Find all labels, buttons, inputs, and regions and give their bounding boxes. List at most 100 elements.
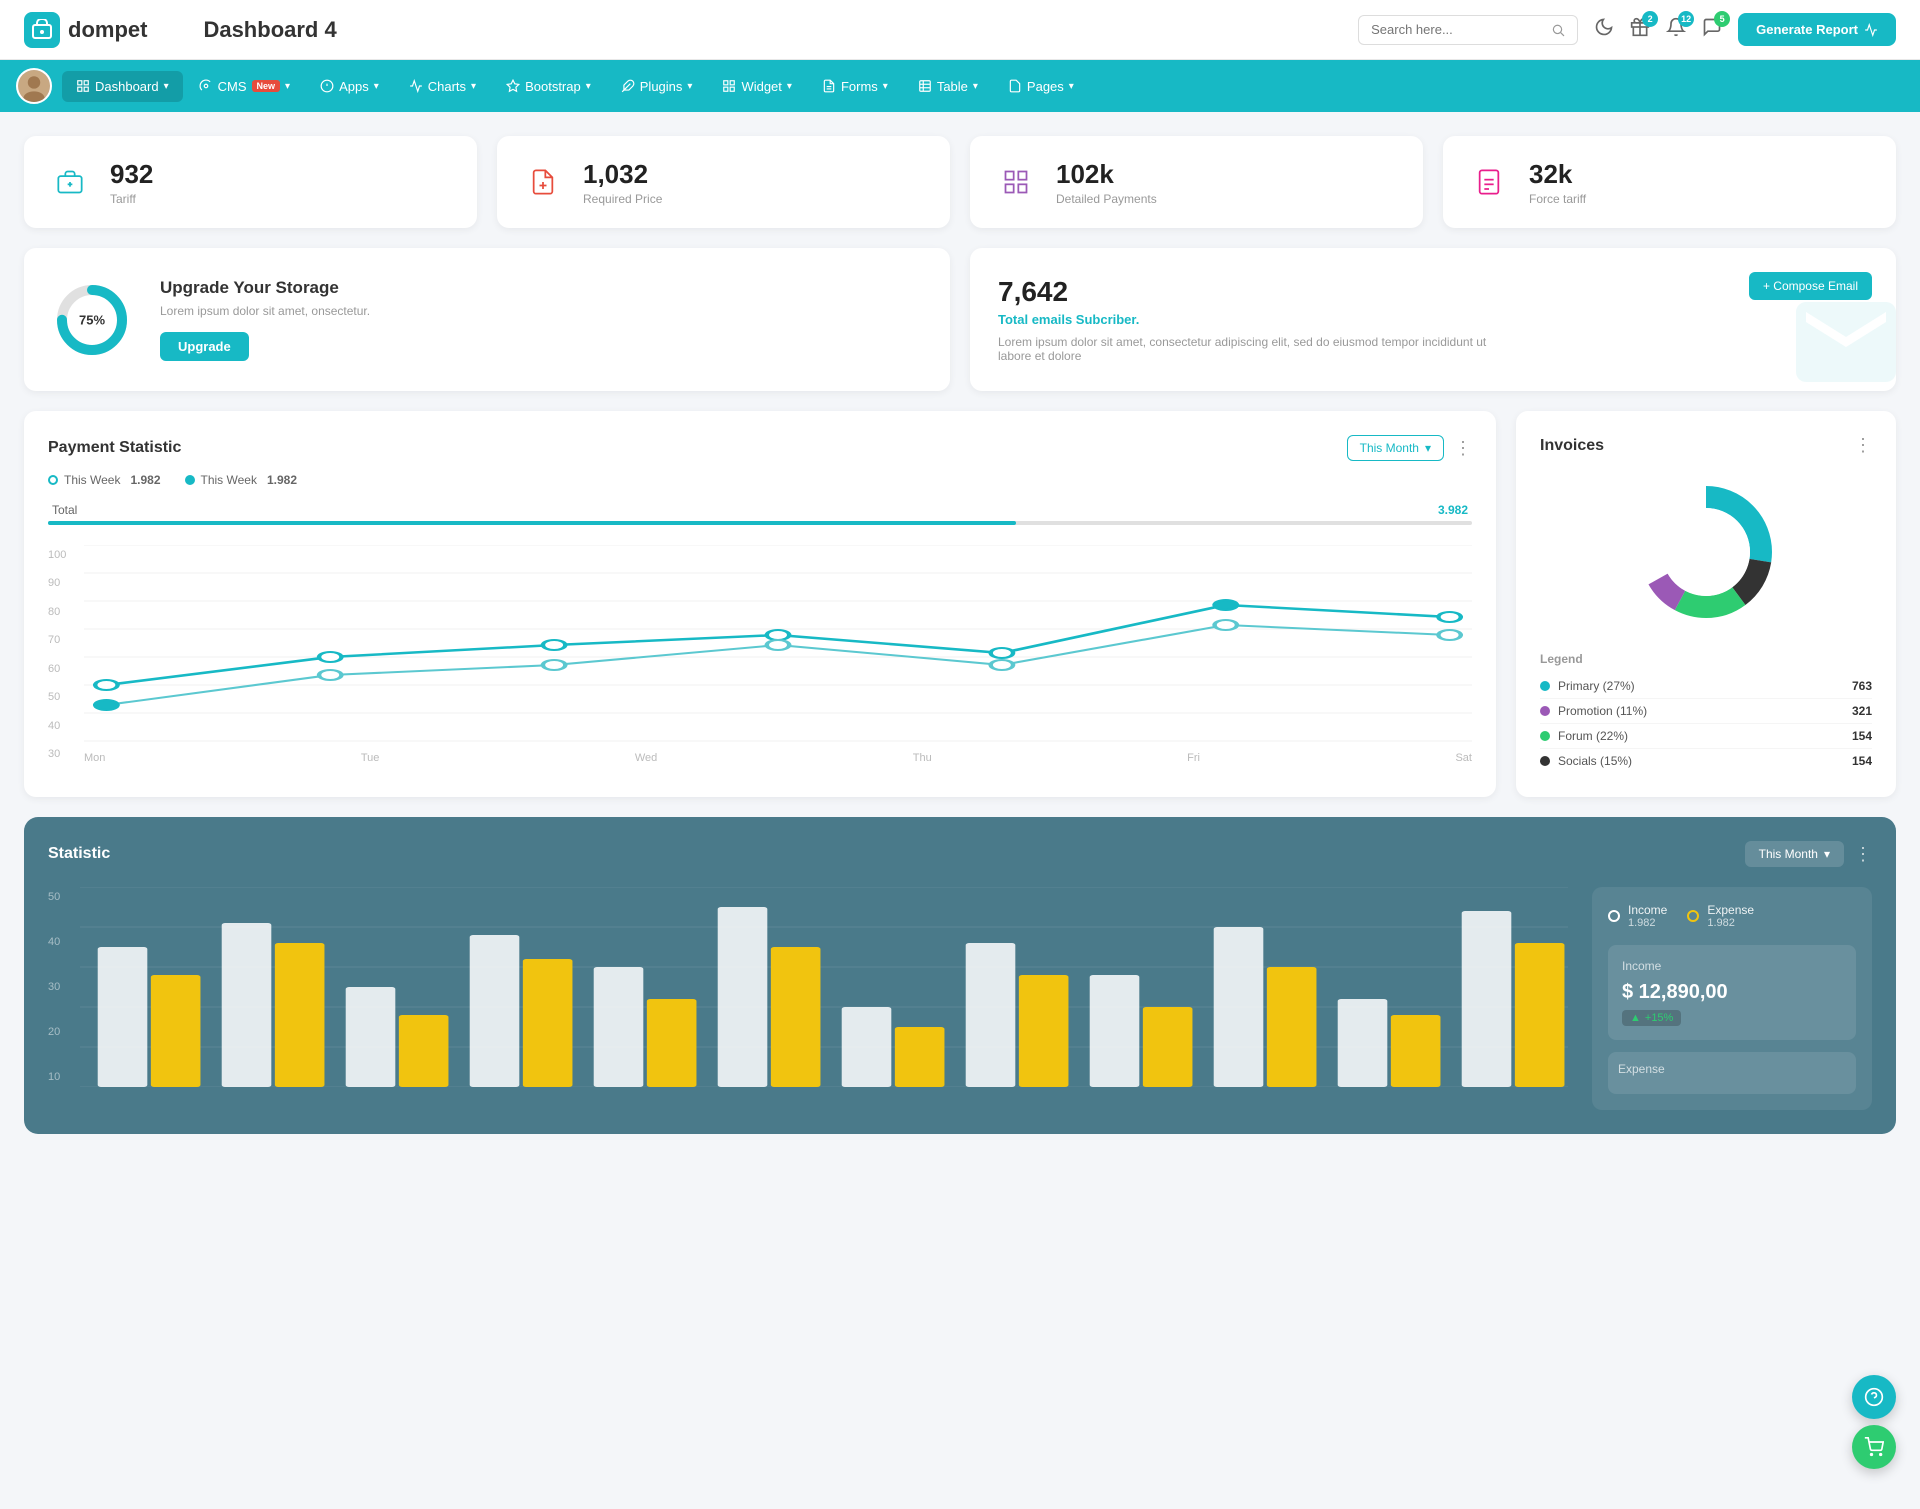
statistic-more-icon[interactable]: ⋮ [1854,844,1872,865]
stat-bar-area: 5040302010 [48,887,1872,1110]
legend-socials: Socials (15%) 154 [1540,749,1872,773]
statistic-controls: This Month ▾ ⋮ [1745,841,1872,867]
detailed-payments-value: 102k [1056,159,1157,190]
line-chart-area: MonTueWedThuFriSat [84,545,1472,764]
legend-dot-2 [185,475,195,485]
email-desc: Lorem ipsum dolor sit amet, consectetur … [998,335,1498,363]
stat-cards: 932 Tariff 1,032 Required Price 10 [24,136,1896,228]
email-subtitle: Total emails Subcriber. [998,312,1868,327]
storage-card: 75% Upgrade Your Storage Lorem ipsum dol… [24,248,950,391]
income-box: Income $ 12,890,00 ▲ +15% [1608,945,1856,1040]
page-title: Dashboard 4 [203,17,1342,43]
force-tariff-value: 32k [1529,159,1586,190]
nav-item-widget[interactable]: Widget ▾ [708,71,806,102]
this-month-button[interactable]: This Month ▾ [1347,435,1444,461]
upgrade-button[interactable]: Upgrade [160,332,249,361]
generate-report-button[interactable]: Generate Report [1738,13,1896,46]
statistic-title: Statistic [48,845,110,863]
moon-icon-btn[interactable] [1594,17,1614,43]
middle-row: 75% Upgrade Your Storage Lorem ipsum dol… [24,248,1896,391]
more-options-icon[interactable]: ⋮ [1454,438,1472,459]
payment-title: Payment Statistic [48,439,181,457]
nav-item-plugins[interactable]: Plugins ▾ [607,71,707,102]
nav-item-dashboard[interactable]: Dashboard ▾ [62,71,183,102]
email-count: 7,642 [998,276,1868,308]
stat-card-tariff: 932 Tariff [24,136,477,228]
search-icon [1551,22,1565,38]
legend-forum: Forum (22%) 154 [1540,724,1872,749]
y-axis-labels: 10090807060504030 [48,545,76,764]
storage-donut: 75% [52,280,132,360]
nav-item-apps[interactable]: Apps ▾ [306,71,393,102]
invoices-header: Invoices ⋮ [1540,435,1872,456]
bar-chart-inner: 5040302010 [48,887,1568,1090]
detailed-payments-icon [992,158,1040,206]
top-header: dompet Dashboard 4 2 12 [0,0,1920,60]
bar-chart-svg [80,887,1568,1087]
chat-icon-btn[interactable]: 5 [1702,17,1722,43]
force-tariff-label: Force tariff [1529,192,1586,206]
legend-dot-1 [48,475,58,485]
forum-color-dot [1540,731,1550,741]
payment-progress-fill [48,521,1016,525]
stat-card-force-tariff: 32k Force tariff [1443,136,1896,228]
legend-item-week1: This Week 1.982 [48,473,161,487]
email-bg-icon [1786,282,1896,391]
payment-statistic-card: Payment Statistic This Month ▾ ⋮ This We… [24,411,1496,797]
payment-controls: This Month ▾ ⋮ [1347,435,1472,461]
nav-item-bootstrap[interactable]: Bootstrap ▾ [492,71,605,102]
storage-title: Upgrade Your Storage [160,278,370,298]
bar-chart-wrap: 5040302010 [48,887,1568,1090]
legend-header: Legend [1540,652,1872,666]
storage-percent: 75% [79,312,105,327]
income-panel: Income 1.982 Expense 1.982 Income $ [1592,887,1872,1110]
required-price-value: 1,032 [583,159,662,190]
logo-area: dompet [24,12,147,48]
bell-icon-btn[interactable]: 12 [1666,17,1686,43]
nav-item-cms[interactable]: CMS New ▾ [185,71,304,102]
income-change-badge: ▲ +15% [1622,1010,1681,1026]
stat-card-required-price: 1,032 Required Price [497,136,950,228]
support-float-button[interactable] [1852,1375,1896,1419]
expense-dot [1687,910,1699,922]
bar-chart-body [80,887,1568,1090]
cart-float-button[interactable] [1852,1425,1896,1469]
invoices-legend: Primary (27%) 763 Promotion (11%) 321 Fo… [1540,674,1872,773]
expense-box: Expense [1608,1052,1856,1094]
primary-color-dot [1540,681,1550,691]
expense-legend-item: Expense 1.982 [1687,903,1754,929]
search-input[interactable] [1371,22,1543,37]
nav-item-table[interactable]: Table ▾ [904,71,992,102]
bell-badge: 12 [1678,11,1694,27]
tariff-value: 932 [110,159,153,190]
invoices-donut-svg [1626,472,1786,632]
income-box-title: Income [1622,959,1842,973]
main-content: 932 Tariff 1,032 Required Price 10 [0,112,1920,1158]
email-card: 7,642 Total emails Subcriber. Lorem ipsu… [970,248,1896,391]
expense-box-title: Expense [1618,1062,1846,1076]
storage-desc: Lorem ipsum dolor sit amet, onsectetur. [160,304,370,318]
nav-avatar [16,68,52,104]
promotion-color-dot [1540,706,1550,716]
x-axis-labels: MonTueWedThuFriSat [84,748,1472,764]
search-bar[interactable] [1358,15,1578,45]
total-row: Total 3.982 [48,503,1472,517]
income-amount: $ 12,890,00 [1622,981,1842,1004]
stat-card-detailed-payments: 102k Detailed Payments [970,136,1423,228]
income-legend: Income 1.982 Expense 1.982 [1608,903,1856,929]
statistic-section: Statistic This Month ▾ ⋮ 5040302010 [24,817,1896,1134]
gift-icon-btn[interactable]: 2 [1630,17,1650,43]
statistic-this-month-button[interactable]: This Month ▾ [1745,841,1844,867]
nav-bar: Dashboard ▾ CMS New ▾ Apps ▾ Charts ▾ Bo… [0,60,1920,112]
line-chart-svg [84,545,1472,745]
tariff-label: Tariff [110,192,153,206]
invoices-more-icon[interactable]: ⋮ [1854,435,1872,456]
legend-promotion: Promotion (11%) 321 [1540,699,1872,724]
chart-row: Payment Statistic This Month ▾ ⋮ This We… [24,411,1896,797]
storage-info: Upgrade Your Storage Lorem ipsum dolor s… [160,278,370,361]
nav-item-charts[interactable]: Charts ▾ [395,71,490,102]
nav-item-forms[interactable]: Forms ▾ [808,71,902,102]
invoices-title: Invoices [1540,437,1604,455]
nav-item-pages[interactable]: Pages ▾ [994,71,1088,102]
bar-y-labels: 5040302010 [48,887,72,1087]
